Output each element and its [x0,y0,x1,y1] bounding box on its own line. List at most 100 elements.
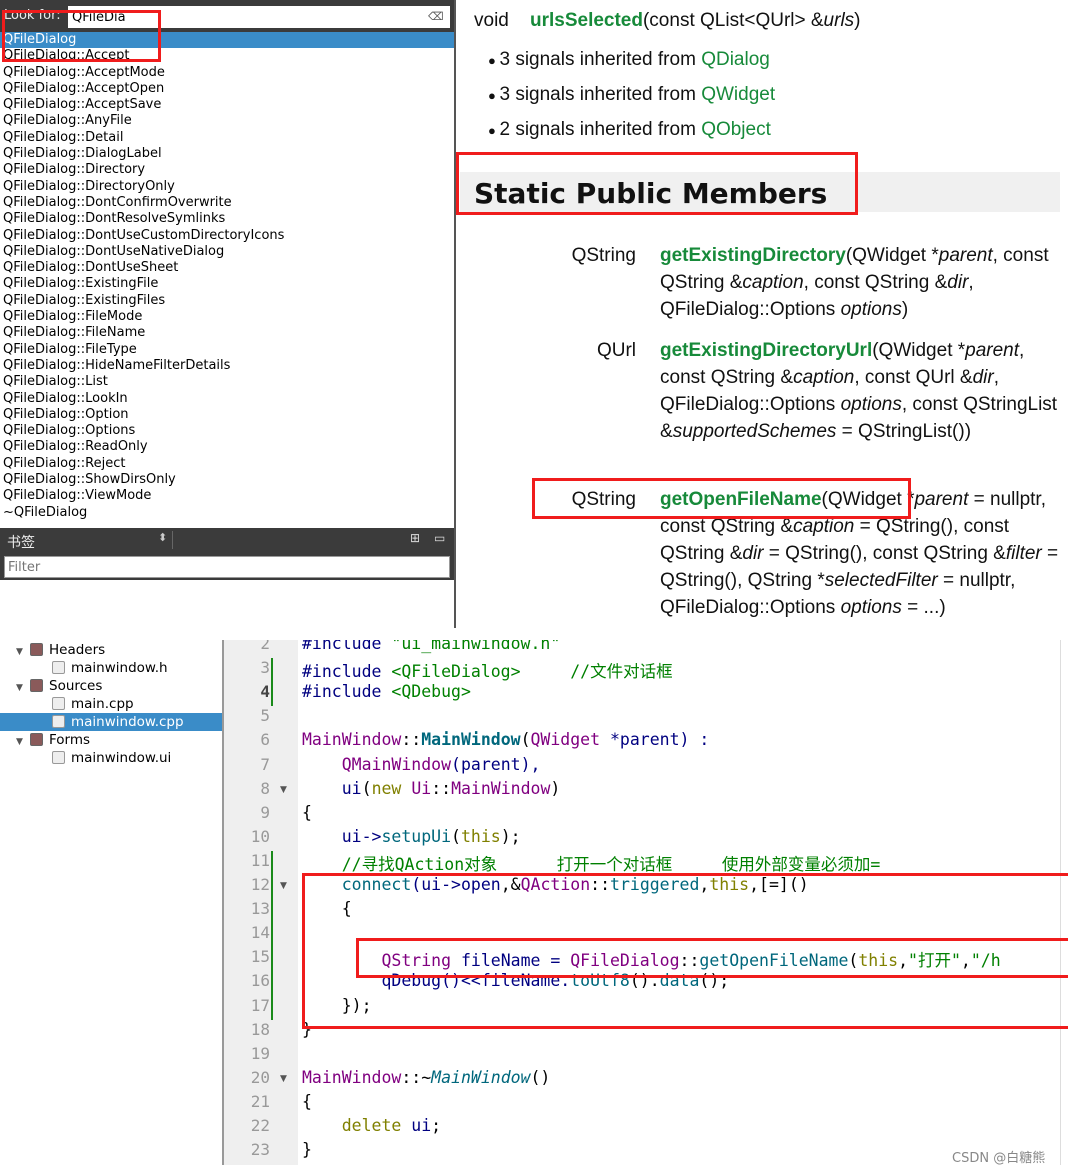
inherited-text: 2 signals inherited from [499,119,702,140]
index-list-item[interactable]: QFileDialog::DirectoryOnly [0,179,454,195]
code-token: triggered [610,875,700,894]
code-token: "ui_mainwindow.h" [391,640,561,653]
index-list-item[interactable]: QFileDialog::DontUseCustomDirectoryIcons [0,228,454,244]
index-list-item[interactable]: QFileDialog::ViewMode [0,488,454,504]
index-list-item[interactable]: QFileDialog::FileName [0,325,454,341]
inherited-signals-item: ● 2 signals inherited from QObject [488,119,771,141]
index-list-item[interactable]: QFileDialog::Option [0,407,454,423]
look-for-input[interactable] [68,6,450,28]
code-token: (); [699,971,730,991]
line-number: 14 [250,923,270,943]
index-list-item[interactable]: QFileDialog::Options [0,423,454,439]
code-token: "打开" [908,951,961,971]
index-list-item[interactable]: QFileDialog::Directory [0,162,454,178]
watermark: CSDN @白糖熊 [952,1151,1046,1166]
code-token: , [699,875,710,894]
line-number: 5 [260,706,270,726]
fold-arrow-icon[interactable]: ▼ [280,881,287,891]
index-list-item[interactable]: QFileDialog::LookIn [0,391,454,407]
line-number: 10 [250,826,270,846]
fold-arrow-icon[interactable]: ▼ [280,785,287,795]
member-signature: getOpenFileName(QWidget *parent = nullpt… [660,486,1060,621]
code-token: { [302,1091,312,1111]
parameter-name: supportedSchemes [672,421,837,442]
class-link[interactable]: QDialog [701,49,770,70]
index-list-item[interactable]: QFileDialog::AnyFile [0,113,454,129]
code-line: delete ui; [302,1116,441,1135]
parameter-name: parent [914,489,969,510]
class-link[interactable]: QObject [701,119,771,140]
index-list-item[interactable]: QFileDialog::DontConfirmOverwrite [0,195,454,211]
index-list-item[interactable]: QFileDialog::Detail [0,130,454,146]
parameter-name: dir [972,367,994,388]
tree-item-label: Sources [49,678,103,694]
index-list-item[interactable]: ~QFileDialog [0,505,454,521]
index-list-item[interactable]: QFileDialog::FileMode [0,309,454,325]
index-list-item[interactable]: QFileDialog::DontUseSheet [0,260,454,276]
code-token: Ui [411,778,432,798]
class-link[interactable]: QWidget [701,84,775,105]
index-list-item[interactable]: QFileDialog [0,32,454,49]
tree-item-label: main.cpp [71,696,134,712]
signal-name-link[interactable]: urlsSelected [530,10,643,31]
inherited-signals-item: ● 3 signals inherited from QDialog [488,49,770,71]
index-list-item[interactable]: QFileDialog::AcceptSave [0,97,454,113]
index-list-item[interactable]: QFileDialog::ShowDirsOnly [0,472,454,488]
bookmarks-label[interactable]: 书签 [7,532,35,552]
inherited-text: 3 signals inherited from [499,84,702,105]
signature-text: , const QUrl & [854,367,973,388]
line-number: 23 [250,1140,270,1160]
section-heading: Static Public Members [460,172,1060,212]
index-list-item[interactable]: QFileDialog::Reject [0,456,454,472]
member-name-link[interactable]: getExistingDirectory [660,245,846,266]
filter-input[interactable] [4,556,450,578]
close-pane-icon[interactable]: ▭ [434,531,445,545]
updown-arrows-icon[interactable]: ⬍ [158,531,167,544]
project-tree[interactable]: ▼ Headers mainwindow.h ▼ Sources main.cpp main… [0,640,222,1173]
member-name-link[interactable]: getOpenFileName [660,489,822,510]
code-token: this [709,875,750,894]
index-list[interactable]: QFileDialog QFileDialog::Accept QFileDialo… [0,32,454,521]
parameter-name: dir [947,272,969,293]
tree-item-mainwindow-ui[interactable]: mainwindow.ui [0,749,222,767]
code-line: #include "ui_mainwindow.h" [302,640,560,653]
member-name-link[interactable]: getExistingDirectoryUrl [660,340,872,361]
index-list-item[interactable]: QFileDialog::Accept [0,48,454,64]
index-list-item[interactable]: QFileDialog::ExistingFiles [0,293,454,309]
code-token: #include [302,640,392,653]
clear-icon[interactable]: ⌫ [428,10,444,23]
code-token: ) [550,778,561,798]
parameter-name: parent [938,245,993,266]
index-list-item[interactable]: QFileDialog::DialogLabel [0,146,454,162]
tree-item-mainwindow-cpp[interactable]: mainwindow.cpp [0,713,222,731]
code-editor[interactable]: 2 3 4 5 6 7 8 ▼ 9 10 11 12 ▼ 13 14 15 16 17 18 19 20 ▼ 21 22 23 … [222,640,1062,1165]
tree-item-sources[interactable]: ▼ Sources [0,677,222,695]
index-list-item[interactable]: QFileDialog::FileType [0,342,454,358]
line-number: 4 [260,682,270,702]
fold-arrow-icon[interactable]: ▼ [280,1074,287,1084]
code-token: //文件对话框 [520,662,673,682]
split-add-icon[interactable]: ⊞ [410,531,420,545]
tree-item-headers[interactable]: ▼ Headers [0,641,222,659]
tree-item-forms[interactable]: ▼ Forms [0,731,222,749]
line-number: 15 [250,947,270,967]
index-list-item[interactable]: QFileDialog::AcceptOpen [0,81,454,97]
tree-item-main-cpp[interactable]: main.cpp [0,695,222,713]
code-token: data [659,971,700,991]
code-token: #include [302,662,392,682]
index-list-item[interactable]: QFileDialog::DontResolveSymlinks [0,211,454,227]
code-token: } [302,1140,312,1160]
documentation-view: void urlsSelected(const QList<QUrl> &url… [458,0,1068,628]
index-list-item[interactable]: QFileDialog::ExistingFile [0,276,454,292]
code-token: new [371,778,412,798]
index-list-item[interactable]: QFileDialog::HideNameFilterDetails [0,358,454,374]
tree-item-mainwindow-h[interactable]: mainwindow.h [0,659,222,677]
index-list-item[interactable]: QFileDialog::DontUseNativeDialog [0,244,454,260]
index-list-item[interactable]: QFileDialog::ReadOnly [0,439,454,455]
code-line: MainWindow::MainWindow(QWidget *parent) … [302,730,709,749]
code-token: getOpenFileName [699,951,849,971]
code-token: qDebug [381,971,442,991]
code-token: ,& [500,875,521,894]
index-list-item[interactable]: QFileDialog::List [0,374,454,390]
index-list-item[interactable]: QFileDialog::AcceptMode [0,65,454,81]
